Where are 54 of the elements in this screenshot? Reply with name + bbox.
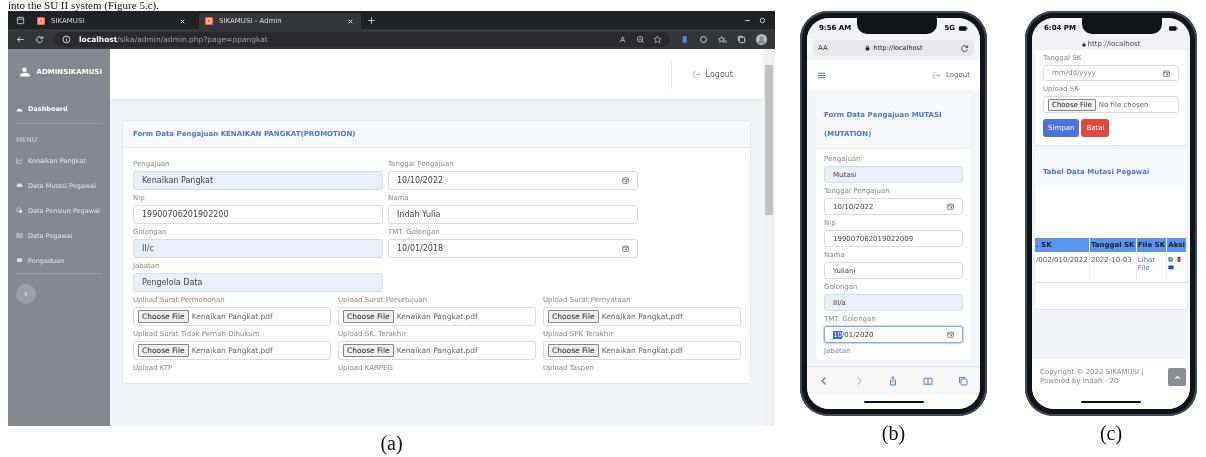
input-field[interactable]: Kenaikan Pangkat: [133, 171, 383, 190]
calendar-icon[interactable]: [1163, 69, 1170, 77]
zoom-out-icon[interactable]: [636, 34, 645, 44]
scrollbar[interactable]: [763, 49, 775, 426]
edit-icon[interactable]: [1168, 256, 1175, 262]
chevron-left-icon: [22, 290, 30, 298]
table-icon: [16, 232, 23, 239]
share-icon[interactable]: [888, 376, 899, 386]
figure-caption: (b): [881, 422, 906, 444]
favorite-add-icon[interactable]: [653, 34, 662, 44]
input-field[interactable]: 19900706201902200: [133, 205, 383, 224]
home-indicator: [1081, 401, 1141, 403]
chart-line-icon: [16, 157, 23, 164]
calendar-icon[interactable]: [947, 203, 954, 210]
calendar-icon[interactable]: [947, 331, 954, 338]
profile-avatar-icon[interactable]: [756, 33, 767, 45]
menu-icon[interactable]: [817, 70, 826, 80]
reload-icon[interactable]: [960, 43, 969, 53]
info-icon: [62, 34, 71, 44]
logout-icon: [691, 69, 701, 79]
battery-icon: [959, 25, 968, 31]
input-field[interactable]: II/c: [133, 239, 383, 258]
favicon-icon: [205, 17, 213, 25]
calendar-icon[interactable]: [622, 245, 629, 252]
envelope-icon[interactable]: [1168, 264, 1175, 270]
new-tab-icon[interactable]: [367, 15, 376, 25]
date-field[interactable]: 10/10/2022: [388, 171, 638, 190]
bookmarks-icon[interactable]: [923, 376, 934, 386]
trash-icon[interactable]: [1176, 256, 1183, 262]
calendar-icon[interactable]: [622, 177, 629, 184]
tabs-icon[interactable]: [957, 376, 968, 386]
date-field[interactable]: 10/01/2018: [388, 239, 638, 258]
read-aloud-icon[interactable]: [619, 34, 628, 44]
coins-icon: [16, 207, 23, 214]
chat-icon: [16, 257, 23, 264]
body-text: into the SU II system (Figure 5.c).: [7, 0, 160, 11]
lock-icon: [1081, 41, 1086, 47]
input-field[interactable]: Indah Yulia: [388, 205, 638, 224]
home-indicator: [863, 401, 924, 403]
collections-icon[interactable]: [737, 34, 746, 44]
logout-link[interactable]: Logout: [670, 59, 733, 89]
back-icon[interactable]: [16, 34, 25, 44]
figure-caption: (c): [1099, 422, 1123, 444]
favorites-icon[interactable]: [718, 34, 727, 44]
input-field[interactable]: Pengelola Data: [133, 273, 383, 292]
logout-label: Logout: [705, 69, 733, 79]
user-icon: [20, 65, 31, 79]
battery-icon: [1169, 25, 1178, 31]
tab-actions-icon[interactable]: [16, 15, 25, 25]
lock-icon: [865, 45, 871, 51]
figure-caption: (a): [380, 432, 403, 454]
scroll-top-button[interactable]: [1168, 368, 1186, 386]
favicon-icon: [37, 17, 45, 25]
logout-icon: [932, 70, 942, 80]
